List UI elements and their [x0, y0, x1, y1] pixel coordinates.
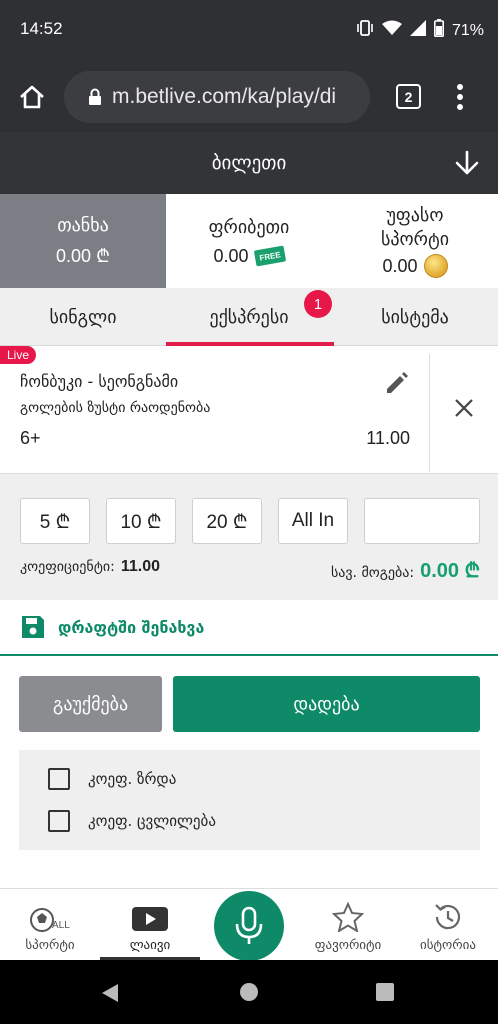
coin-icon [423, 254, 448, 278]
coefficient-value: 11.00 [120, 558, 161, 575]
url-text: m.betlive.com/ka/play/di [112, 85, 337, 108]
bet-selection-card: ჩონბუკი - სეონგნამი გოლების ზუსტი რაოდენ… [0, 346, 498, 474]
page-title: ბილეთი [211, 152, 287, 174]
odds-change-option[interactable]: კოეფ. ცვლილება [48, 810, 216, 832]
url-bar[interactable]: m.betlive.com/ka/play/di [64, 71, 370, 123]
betslip-header: ბილეთი [0, 132, 498, 194]
ball-icon: ALL [28, 906, 72, 934]
svg-text:ALL: ALL [52, 920, 70, 931]
balance-free-sport-value: 0.00 [382, 255, 418, 276]
lock-icon [88, 88, 102, 106]
odds-increase-label: კოეფ. ზრდა [88, 770, 177, 788]
stake-5-button[interactable]: 5 ₾ [20, 498, 90, 544]
star-icon [332, 902, 364, 932]
arrow-down-icon[interactable] [454, 150, 480, 180]
free-ticket-icon: FREE [253, 245, 286, 267]
battery-icon [433, 19, 444, 42]
recents-icon[interactable] [376, 983, 394, 1005]
odds-options: კოეფ. ზრდა კოეფ. ცვლილება [19, 750, 480, 850]
stake-amount-input[interactable] [364, 498, 480, 544]
odds-change-label: კოეფ. ცვლილება [88, 812, 216, 830]
balance-freebet-value: 0.00 [213, 245, 249, 266]
home-circle-icon[interactable] [239, 982, 259, 1006]
potential-win-label: სავ. მოგება: [330, 565, 415, 581]
nav-favorites[interactable]: ფავორიტი [298, 889, 398, 961]
odds-increase-option[interactable]: კოეფ. ზრდა [48, 768, 176, 790]
status-icons: 71% [356, 19, 484, 42]
browser-bar: m.betlive.com/ka/play/di 2 [0, 62, 498, 132]
draft-divider [0, 654, 498, 656]
bet-type-tabs: სინგლი ექსპრესი სისტემა [0, 288, 498, 346]
wifi-icon [381, 20, 402, 41]
edit-icon[interactable] [384, 370, 410, 400]
status-time: 14:52 [20, 19, 63, 38]
voice-search-button[interactable] [214, 891, 284, 961]
tab-single[interactable]: სინგლი [0, 288, 166, 346]
live-badge: Live [0, 346, 36, 364]
save-draft-label: დრაფტში შენახვა [58, 617, 205, 637]
battery-percent: 71% [451, 21, 484, 39]
home-icon[interactable] [18, 84, 46, 114]
potential-win-row: სავ. მოგება: 0.00 ₾ [300, 556, 480, 583]
nav-sport[interactable]: ALL სპორტი [0, 889, 100, 961]
vibrate-icon [356, 20, 374, 41]
back-icon[interactable] [100, 982, 120, 1008]
balance-freebet-label: ფრიბეთი [208, 216, 290, 238]
android-nav-bar [0, 960, 498, 1024]
bottom-nav: ALL სპორტი ლაივი ფავორიტი ისტორია [0, 888, 498, 961]
balance-free-sport-label: უფასო სპორტი [380, 205, 450, 250]
nav-history-label: ისტორია [420, 938, 476, 953]
place-bet-button[interactable]: დადება [173, 676, 480, 732]
nav-live[interactable]: ლაივი [100, 889, 200, 961]
coefficient-label: კოეფიციენტი: [20, 559, 115, 575]
coefficient-row: კოეფიციენტი: 11.00 [20, 558, 160, 576]
microphone-icon [234, 906, 264, 946]
balance-cash[interactable]: თანხა 0.00 ₾ [0, 194, 166, 288]
balance-cash-label: თანხა [57, 215, 109, 236]
more-menu-icon[interactable] [456, 84, 464, 114]
odds-change-checkbox[interactable] [48, 810, 70, 832]
match-name: ჩონბუკი - სეონგნამი [20, 372, 179, 391]
signal-icon [409, 20, 426, 41]
history-clock-icon [432, 902, 464, 932]
selection-odds: 11.00 [366, 428, 410, 448]
balance-freebet[interactable]: ფრიბეთი 0.00 FREE [166, 194, 332, 288]
selection-name: 6+ [20, 428, 41, 448]
save-draft-button[interactable]: დრაფტში შენახვა [20, 614, 204, 640]
tab-switcher-button[interactable]: 2 [396, 84, 421, 109]
nav-live-label: ლაივი [129, 938, 171, 953]
bet-card-divider [429, 354, 430, 472]
express-count-badge: 1 [304, 290, 332, 318]
status-bar: 14:52 71% [0, 0, 498, 62]
odds-increase-checkbox[interactable] [48, 768, 70, 790]
balance-cash-value: 0.00 ₾ [56, 246, 110, 266]
play-video-icon [131, 906, 169, 932]
close-icon[interactable] [454, 398, 474, 422]
nav-sport-label: სპორტი [25, 938, 75, 953]
stake-all-in-button[interactable]: All In [278, 498, 348, 544]
potential-win-value: 0.00 ₾ [420, 560, 480, 582]
stake-10-button[interactable]: 10 ₾ [106, 498, 176, 544]
cancel-button[interactable]: გაუქმება [19, 676, 162, 732]
balance-free-sport[interactable]: უფასო სპორტი 0.00 [332, 194, 498, 288]
nav-history[interactable]: ისტორია [398, 889, 498, 961]
market-name: გოლების ზუსტი რაოდენობა [20, 400, 211, 416]
nav-favorites-label: ფავორიტი [314, 938, 382, 953]
stake-20-button[interactable]: 20 ₾ [192, 498, 262, 544]
floppy-disk-icon [20, 614, 46, 640]
tab-system[interactable]: სისტემა [332, 288, 498, 346]
